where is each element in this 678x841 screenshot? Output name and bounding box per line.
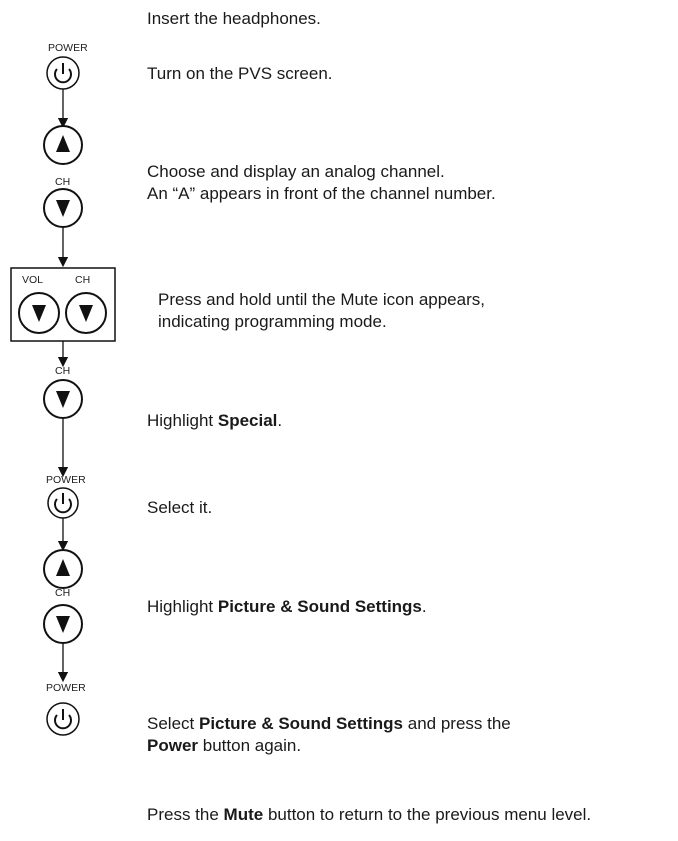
step-turn-on-screen: Turn on the PVS screen.	[147, 64, 333, 83]
step-bold-text: Power	[147, 736, 199, 755]
step-line: Choose and display an analog channel.	[147, 162, 445, 181]
step-text: .	[421, 597, 427, 616]
step-highlight-special: Highlight Special.	[147, 410, 282, 432]
step-highlight-picture-sound: Highlight Picture & Sound Settings.	[147, 596, 427, 618]
step-line: Press and hold until the Mute icon appea…	[158, 290, 485, 309]
step-select-picture-sound: Select Picture & Sound Settings and pres…	[147, 713, 511, 757]
step-line: Power button again.	[147, 735, 511, 757]
instruction-steps: Insert the headphones. Turn on the PVS s…	[0, 0, 678, 841]
step-press-hold: Press and hold until the Mute icon appea…	[158, 289, 485, 333]
step-insert-headphones: Insert the headphones.	[147, 9, 321, 28]
step-text: .	[277, 411, 283, 430]
step-text: button to return to the previous menu le…	[263, 805, 592, 824]
step-text: Highlight	[147, 411, 218, 430]
step-text: and press the	[403, 714, 511, 733]
step-text: Select	[147, 714, 199, 733]
step-bold-text: Special	[217, 411, 278, 430]
step-select-it: Select it.	[147, 498, 213, 517]
step-line: An “A” appears in front of the channel n…	[147, 184, 496, 203]
step-bold-text: Picture & Sound Settings	[217, 597, 422, 616]
step-line: indicating programming mode.	[158, 312, 387, 331]
step-line: Select Picture & Sound Settings and pres…	[147, 713, 511, 735]
step-text: Highlight	[147, 597, 218, 616]
step-press-mute: Press the Mute button to return to the p…	[147, 804, 591, 826]
step-text: button again.	[198, 736, 302, 755]
step-bold-text: Picture & Sound Settings	[198, 714, 404, 733]
step-bold-text: Mute	[223, 805, 264, 824]
step-choose-channel: Choose and display an analog channel. An…	[147, 161, 496, 205]
step-text: Press the	[147, 805, 224, 824]
